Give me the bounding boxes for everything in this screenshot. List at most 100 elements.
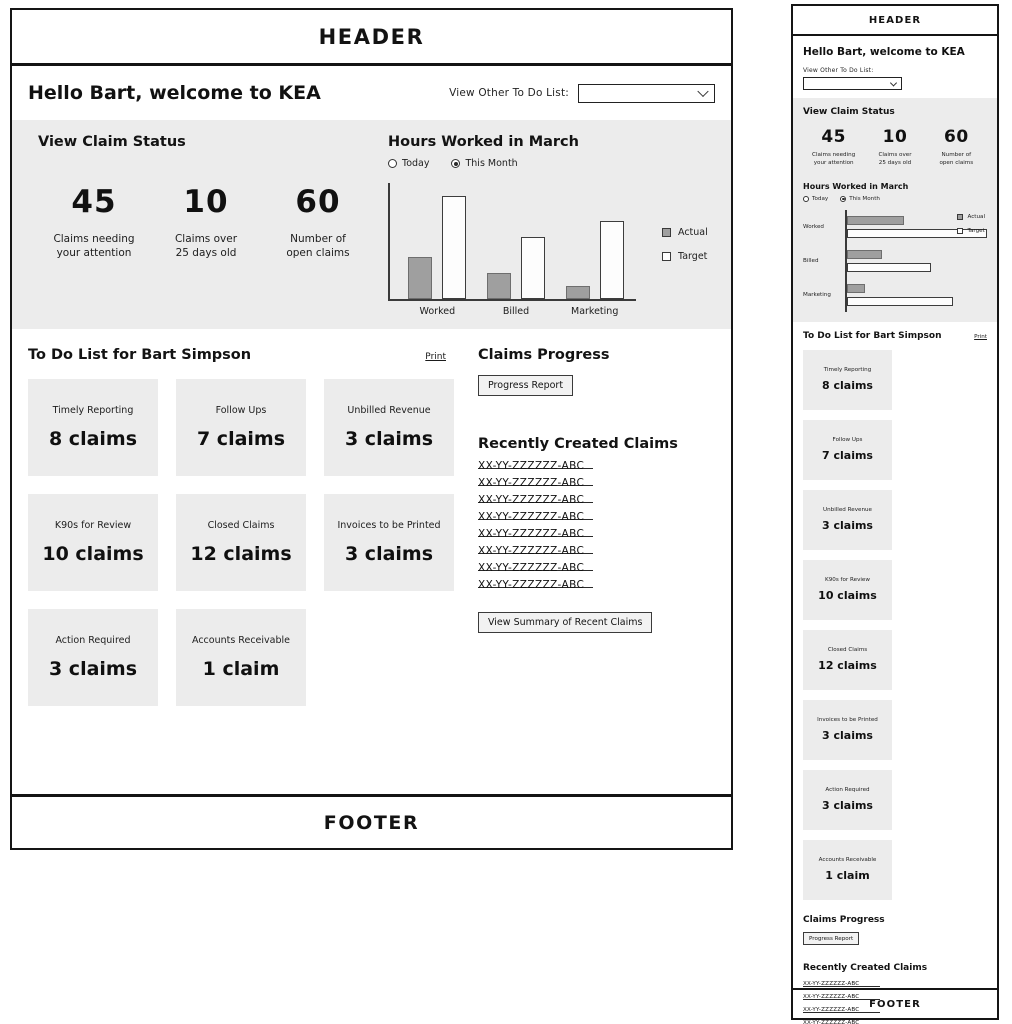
mobile-claims-progress-title: Claims Progress xyxy=(803,914,885,925)
todo-card[interactable]: Unbilled Revenue 3 claims xyxy=(324,379,454,476)
kpi-value: 45 xyxy=(821,127,846,147)
mobile-bar-actual xyxy=(847,215,905,225)
bar-actual xyxy=(487,273,511,299)
x-axis-label: Billed xyxy=(502,306,530,317)
kpi-label: Claims needing your attention xyxy=(53,233,135,260)
legend-item-actual[interactable]: Actual xyxy=(662,227,708,238)
mobile-bar-group xyxy=(845,278,987,312)
kpi-claims-needing-attention: 45 Claims needing your attention xyxy=(38,184,150,260)
mobile-legend-item-actual[interactable]: Actual xyxy=(957,213,985,220)
kpi-label: Number of open claims xyxy=(286,233,350,260)
claim-link[interactable]: XX-YY-ZZZZZZ-ABC xyxy=(478,461,593,471)
todo-card-title: Timely Reporting xyxy=(52,405,134,416)
mobile-footer: FOOTER xyxy=(793,988,997,1018)
claim-link[interactable]: XX-YY-ZZZZZZ-ABC xyxy=(478,512,593,522)
hours-range-radios: Today This Month xyxy=(388,158,721,169)
todo-card-value: 1 claim xyxy=(825,869,870,883)
todo-card-title: K90s for Review xyxy=(54,520,132,531)
mobile-legend-item-target[interactable]: Target xyxy=(957,227,985,234)
todo-card-title: Closed Claims xyxy=(207,520,275,531)
todo-section: To Do List for Bart Simpson Print Timely… xyxy=(28,347,458,706)
desktop-footer: FOOTER xyxy=(12,794,731,848)
todo-card[interactable]: K90s for Review 10 claims xyxy=(28,494,158,591)
mobile-kpi-claims-needing-attention: 45 Claims needing your attention xyxy=(803,127,864,168)
radio-this-month[interactable]: This Month xyxy=(451,158,518,169)
mobile-other-todo-list-label: View Other To Do List: xyxy=(803,67,874,74)
todo-card[interactable]: Action Required 3 claims xyxy=(28,609,158,706)
radio-dot-icon xyxy=(388,159,397,168)
mobile-radio-today[interactable]: Today xyxy=(803,195,829,202)
hours-worked-title: Hours Worked in March xyxy=(388,134,579,150)
claim-link[interactable]: XX-YY-ZZZZZZ-ABC xyxy=(478,495,593,505)
todo-card[interactable]: Action Required 3 claims xyxy=(803,769,892,830)
claim-link[interactable]: XX-YY-ZZZZZZ-ABC xyxy=(478,546,593,556)
legend-swatch-target-icon xyxy=(957,227,964,234)
claim-link[interactable]: XX-YY-ZZZZZZ-ABC xyxy=(478,563,593,573)
todo-card-value: 3 claims xyxy=(822,729,873,743)
other-todo-list-select[interactable] xyxy=(578,83,715,103)
todo-card[interactable]: Timely Reporting 8 claims xyxy=(28,379,158,476)
bar-actual xyxy=(565,286,590,299)
kpi-value: 60 xyxy=(943,127,969,147)
todo-card[interactable]: K90s for Review 10 claims xyxy=(803,559,892,620)
mobile-bar-actual xyxy=(847,249,883,259)
y-axis xyxy=(388,183,390,301)
radio-today[interactable]: Today xyxy=(388,158,429,169)
bar-actual xyxy=(408,257,433,299)
claim-link[interactable]: XX-YY-ZZZZZZ-ABC xyxy=(478,478,593,488)
mobile-body: To Do List for Bart Simpson Print Timely… xyxy=(793,322,997,1024)
legend-item-target[interactable]: Target xyxy=(662,251,708,262)
recent-claims-title: Recently Created Claims xyxy=(478,436,678,452)
mobile-category-label: Marketing xyxy=(803,291,831,298)
print-link[interactable]: Print xyxy=(425,352,446,362)
x-axis xyxy=(388,299,636,301)
claim-link[interactable]: XX-YY-ZZZZZZ-ABC xyxy=(478,580,593,590)
mobile-todo-header: To Do List for Bart Simpson Print xyxy=(803,331,987,341)
todo-card[interactable]: Invoices to be Printed 3 claims xyxy=(803,699,892,760)
mobile-hours-worked-title: Hours Worked in March xyxy=(803,181,909,191)
kpi-value: 60 xyxy=(295,184,341,220)
todo-card[interactable]: Invoices to be Printed 3 claims xyxy=(324,494,454,591)
radio-dot-selected-icon xyxy=(451,159,461,168)
todo-card[interactable]: Timely Reporting 8 claims xyxy=(803,349,892,410)
mobile-claim-status-title: View Claim Status xyxy=(803,107,895,117)
mobile-radio-this-month[interactable]: This Month xyxy=(840,195,880,202)
claim-link[interactable]: XX-YY-ZZZZZZ-ABC xyxy=(478,529,593,539)
todo-card[interactable]: Follow Ups 7 claims xyxy=(803,419,892,480)
todo-card[interactable]: Accounts Receivable 1 claim xyxy=(176,609,306,706)
desktop-body: To Do List for Bart Simpson Print Timely… xyxy=(12,329,731,706)
todo-card[interactable]: Accounts Receivable 1 claim xyxy=(803,839,892,900)
kpi-row: 45 Claims needing your attention 10 Claim… xyxy=(38,184,382,260)
bar-chart-plot xyxy=(388,183,636,301)
desktop-greeting-bar: Hello Bart, welcome to KEA View Other To… xyxy=(12,66,731,120)
other-todo-list-control: View Other To Do List: xyxy=(449,83,715,103)
hours-chart: Worked Billed Marketing Actual Target xyxy=(388,183,721,317)
mobile-other-todo-list-select[interactable] xyxy=(803,77,902,90)
todo-card-title: Unbilled Revenue xyxy=(347,405,431,416)
todo-card[interactable]: Unbilled Revenue 3 claims xyxy=(803,489,892,550)
legend-label: Actual xyxy=(678,227,708,238)
bar-group xyxy=(555,183,634,299)
todo-card[interactable]: Follow Ups 7 claims xyxy=(176,379,306,476)
todo-header: To Do List for Bart Simpson Print xyxy=(28,347,458,363)
progress-report-button[interactable]: Progress Report xyxy=(478,375,574,396)
todo-card-value: 3 claims xyxy=(822,519,873,533)
todo-card-value: 3 claims xyxy=(822,799,873,813)
mobile-category-label: Worked xyxy=(803,223,824,230)
mobile-chart-category-labels: Worked Billed Marketing xyxy=(803,210,845,312)
mobile-footer-title: FOOTER xyxy=(869,998,921,1010)
todo-card[interactable]: Closed Claims 12 claims xyxy=(176,494,306,591)
todo-card[interactable]: Closed Claims 12 claims xyxy=(803,629,892,690)
view-summary-button[interactable]: View Summary of Recent Claims xyxy=(478,612,653,633)
mobile-progress-report-button[interactable]: Progress Report xyxy=(803,932,860,946)
radio-label: Today xyxy=(812,195,829,202)
claim-link[interactable]: XX-YY-ZZZZZZ-ABC xyxy=(803,981,880,988)
kpi-label: Claims over 25 days old xyxy=(878,152,912,166)
legend-swatch-target-icon xyxy=(662,252,671,261)
claims-progress-title: Claims Progress xyxy=(478,347,610,363)
todo-card-title: K90s for Review xyxy=(825,577,870,584)
todo-card-title: Action Required xyxy=(55,635,131,646)
todo-card-value: 3 claims xyxy=(344,543,434,565)
claim-row: XX-YY-ZZZZZZ-ABC xyxy=(478,580,715,600)
mobile-print-link[interactable]: Print xyxy=(974,334,987,340)
